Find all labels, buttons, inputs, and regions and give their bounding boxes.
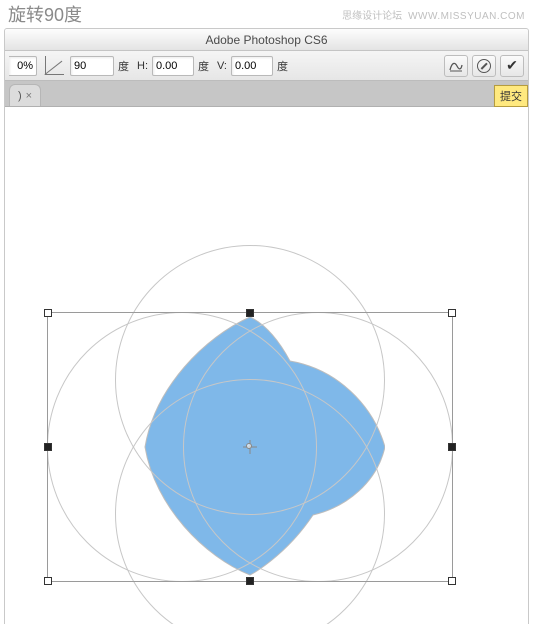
rotation-unit: 度	[118, 58, 129, 74]
watermark-text-2: WWW.MISSYUAN.COM	[408, 11, 525, 22]
handle-middle-left[interactable]	[44, 443, 52, 451]
rotation-input[interactable]	[70, 56, 114, 76]
app-window: Adobe Photoshop CS6 度 H: 度 V: 度 ✔	[4, 28, 529, 624]
window-title: Adobe Photoshop CS6	[205, 33, 327, 47]
handle-bottom-left[interactable]	[44, 577, 52, 585]
handle-bottom-right[interactable]	[448, 577, 456, 585]
watermark-text-1: 思缘设计论坛	[342, 7, 402, 22]
right-icon-group: ✔	[444, 55, 524, 77]
watermark: 思缘设计论坛 WWW.MISSYUAN.COM	[342, 7, 525, 22]
warp-mode-button[interactable]	[444, 55, 468, 77]
handle-top-middle[interactable]	[246, 309, 254, 317]
checkmark-icon: ✔	[506, 57, 518, 74]
cancel-transform-button[interactable]	[472, 55, 496, 77]
cancel-icon	[477, 59, 491, 73]
options-bar: 度 H: 度 V: 度 ✔	[5, 51, 528, 81]
handle-top-right[interactable]	[448, 309, 456, 317]
page-title: 旋转90度	[8, 1, 82, 27]
canvas[interactable]	[5, 107, 528, 624]
transform-center-ring	[246, 443, 252, 449]
commit-tooltip: 提交	[494, 85, 528, 107]
document-tabbar: ) × 提交	[5, 81, 528, 107]
scale-group	[9, 56, 37, 76]
window-titlebar: Adobe Photoshop CS6	[5, 29, 528, 51]
close-icon[interactable]: ×	[26, 90, 32, 102]
h-skew-input[interactable]	[152, 56, 194, 76]
handle-bottom-middle[interactable]	[246, 577, 254, 585]
commit-transform-button[interactable]: ✔	[500, 55, 524, 77]
h-unit: 度	[198, 58, 209, 74]
tab-fragment: )	[18, 90, 22, 102]
handle-top-left[interactable]	[44, 309, 52, 317]
document-tab[interactable]: ) ×	[9, 84, 41, 106]
v-label: V:	[217, 60, 227, 72]
transform-bounding-box[interactable]	[47, 312, 453, 582]
scale-input[interactable]	[9, 56, 37, 76]
handle-middle-right[interactable]	[448, 443, 456, 451]
warp-icon	[448, 59, 464, 73]
v-skew-input[interactable]	[231, 56, 273, 76]
page-header: 旋转90度 思缘设计论坛 WWW.MISSYUAN.COM	[0, 0, 533, 28]
h-label: H:	[137, 60, 148, 72]
angle-icon	[45, 56, 64, 75]
v-unit: 度	[277, 58, 288, 74]
